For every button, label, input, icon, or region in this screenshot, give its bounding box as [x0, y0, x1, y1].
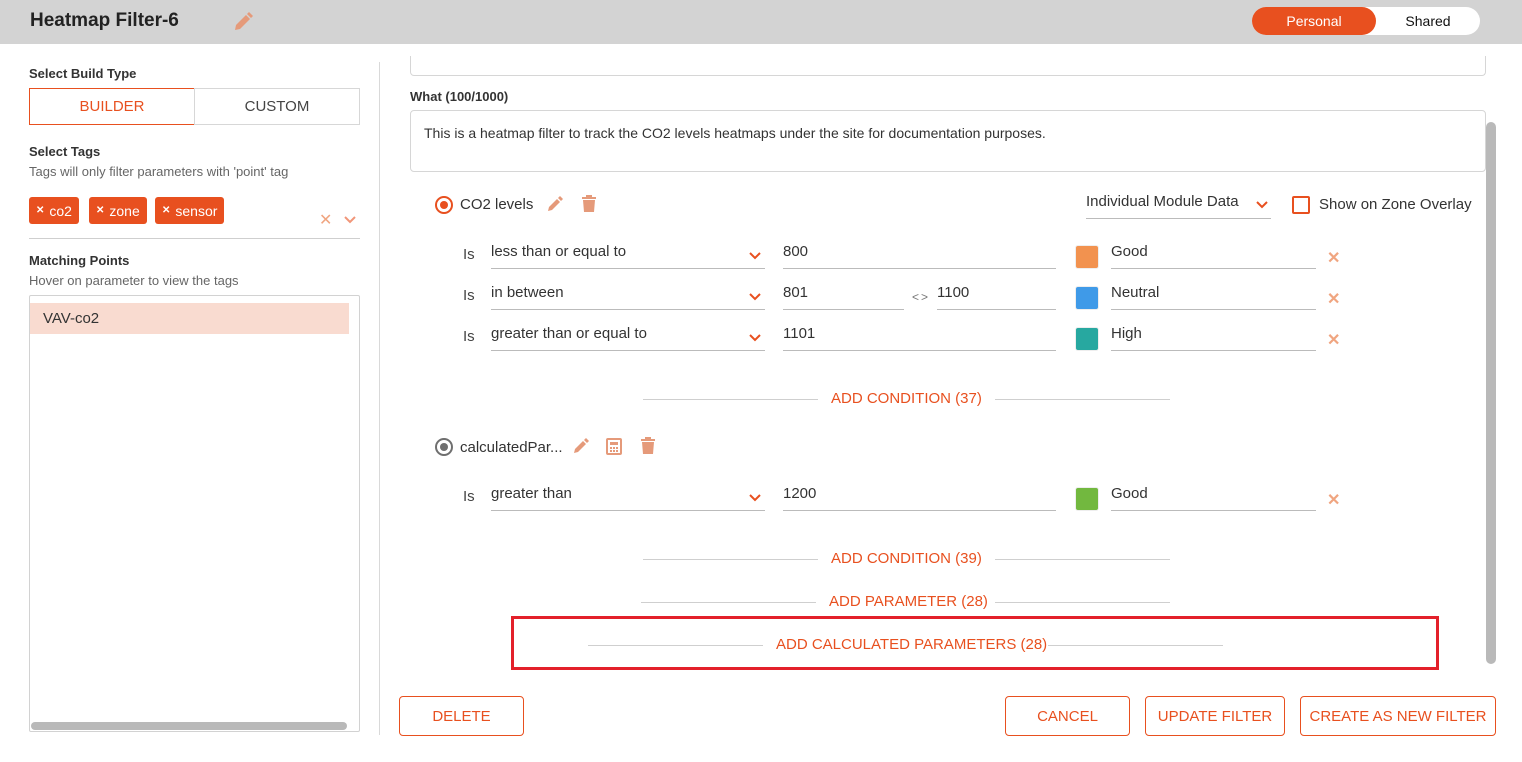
tag-chip-label: zone — [109, 202, 140, 219]
operator-value: less than or equal to — [491, 243, 627, 260]
tag-chip[interactable]: ✕ co2 — [29, 197, 79, 224]
color-swatch[interactable] — [1075, 327, 1099, 351]
condition-is-label: Is — [463, 246, 475, 263]
remove-condition-icon[interactable]: ✕ — [1327, 330, 1340, 350]
delete-button[interactable]: DELETE — [399, 696, 524, 736]
build-type-label: Select Build Type — [29, 66, 137, 81]
condition-label-input[interactable]: Neutral — [1111, 283, 1316, 310]
matching-points-list — [29, 295, 360, 732]
color-swatch[interactable] — [1075, 286, 1099, 310]
divider — [643, 399, 818, 400]
condition-value2-input[interactable]: 1100 — [937, 283, 1056, 310]
condition-is-label: Is — [463, 287, 475, 304]
parameter-name: CO2 levels — [460, 196, 534, 213]
operator-value: in between — [491, 284, 564, 301]
remove-condition-icon[interactable]: ✕ — [1327, 490, 1340, 510]
add-condition-button[interactable]: ADD CONDITION (37) — [831, 390, 982, 407]
add-calculated-parameters-button[interactable]: ADD CALCULATED PARAMETERS (28) — [776, 636, 1047, 653]
calculator-icon[interactable] — [606, 438, 624, 456]
chevron-down-icon — [749, 293, 761, 301]
color-swatch[interactable] — [1075, 245, 1099, 269]
remove-condition-icon[interactable]: ✕ — [1327, 289, 1340, 309]
horizontal-scrollbar[interactable] — [31, 722, 347, 730]
condition-label-input[interactable]: Good — [1111, 484, 1316, 511]
remove-tag-icon[interactable]: ✕ — [162, 205, 170, 216]
chevron-down-icon — [749, 252, 761, 260]
condition-operator-select[interactable]: greater than or equal to — [491, 325, 765, 351]
condition-is-label: Is — [463, 488, 475, 505]
condition-operator-select[interactable]: in between — [491, 284, 765, 310]
condition-label-input[interactable]: High — [1111, 324, 1316, 351]
vertical-scrollbar[interactable] — [1486, 122, 1496, 664]
divider — [995, 602, 1170, 603]
add-parameter-button[interactable]: ADD PARAMETER (28) — [829, 593, 988, 610]
condition-value-input[interactable]: 801 — [783, 283, 904, 310]
remove-tag-icon[interactable]: ✕ — [96, 205, 104, 216]
condition-operator-select[interactable]: less than or equal to — [491, 243, 765, 269]
what-label: What (100/1000) — [410, 89, 509, 104]
remove-condition-icon[interactable]: ✕ — [1327, 248, 1340, 268]
remove-tag-icon[interactable]: ✕ — [36, 205, 44, 216]
parameter-name: calculatedPar... — [460, 439, 563, 456]
edit-title-pencil-icon[interactable] — [232, 11, 254, 33]
operator-value: greater than or equal to — [491, 325, 647, 342]
divider — [995, 399, 1170, 400]
clear-tags-icon[interactable]: ✕ — [319, 210, 332, 230]
update-filter-button[interactable]: UPDATE FILTER — [1145, 696, 1285, 736]
data-source-value: Individual Module Data — [1086, 193, 1239, 210]
condition-label-input[interactable]: Good — [1111, 242, 1316, 269]
cancel-button[interactable]: CANCEL — [1005, 696, 1130, 736]
tags-dropdown-chevron-icon[interactable] — [343, 212, 357, 224]
panel-divider — [379, 62, 380, 735]
toggle-shared[interactable]: Shared — [1376, 7, 1480, 35]
show-on-zone-overlay-checkbox[interactable] — [1292, 196, 1310, 214]
condition-value-input[interactable]: 800 — [783, 242, 1056, 269]
divider — [641, 602, 816, 603]
edit-parameter-pencil-icon[interactable] — [572, 437, 590, 455]
matching-points-hint: Hover on parameter to view the tags — [29, 273, 239, 288]
chevron-down-icon — [749, 334, 761, 342]
name-input[interactable] — [410, 56, 1486, 76]
divider — [643, 559, 818, 560]
delete-parameter-trash-icon[interactable] — [640, 437, 658, 455]
data-source-select[interactable]: Individual Module Data — [1086, 193, 1271, 219]
parameter-radio-selected[interactable] — [435, 196, 453, 214]
matching-points-label: Matching Points — [29, 253, 130, 268]
between-separator: <> — [912, 290, 931, 304]
delete-parameter-trash-icon[interactable] — [581, 195, 599, 213]
tags-label: Select Tags — [29, 144, 101, 159]
divider — [29, 238, 360, 239]
chevron-down-icon — [1256, 201, 1268, 209]
list-item[interactable]: VAV-co2 — [30, 303, 349, 334]
chevron-down-icon — [749, 494, 761, 502]
divider — [995, 559, 1170, 560]
what-textarea[interactable]: This is a heatmap filter to track the CO… — [410, 110, 1486, 172]
operator-value: greater than — [491, 485, 572, 502]
builder-tab[interactable]: BUILDER — [29, 88, 195, 125]
toggle-personal[interactable]: Personal — [1252, 7, 1376, 35]
color-swatch[interactable] — [1075, 487, 1099, 511]
tags-hint: Tags will only filter parameters with 'p… — [29, 164, 289, 179]
condition-operator-select[interactable]: greater than — [491, 485, 765, 511]
condition-value-input[interactable]: 1200 — [783, 484, 1056, 511]
page-title: Heatmap Filter-6 — [30, 10, 179, 31]
condition-value-input[interactable]: 1101 — [783, 324, 1056, 351]
add-condition-button[interactable]: ADD CONDITION (39) — [831, 550, 982, 567]
condition-is-label: Is — [463, 328, 475, 345]
custom-tab[interactable]: CUSTOM — [194, 88, 360, 125]
tag-chip-label: sensor — [175, 202, 218, 219]
tag-chip[interactable]: ✕ sensor — [155, 197, 225, 224]
tag-chip-label: co2 — [49, 202, 72, 219]
tag-chip[interactable]: ✕ zone — [89, 197, 147, 224]
create-as-new-filter-button[interactable]: CREATE AS NEW FILTER — [1300, 696, 1496, 736]
parameter-radio[interactable] — [435, 438, 453, 456]
show-on-zone-overlay-label: Show on Zone Overlay — [1319, 196, 1472, 213]
edit-parameter-pencil-icon[interactable] — [546, 195, 564, 213]
divider — [1048, 645, 1223, 646]
divider — [588, 645, 763, 646]
